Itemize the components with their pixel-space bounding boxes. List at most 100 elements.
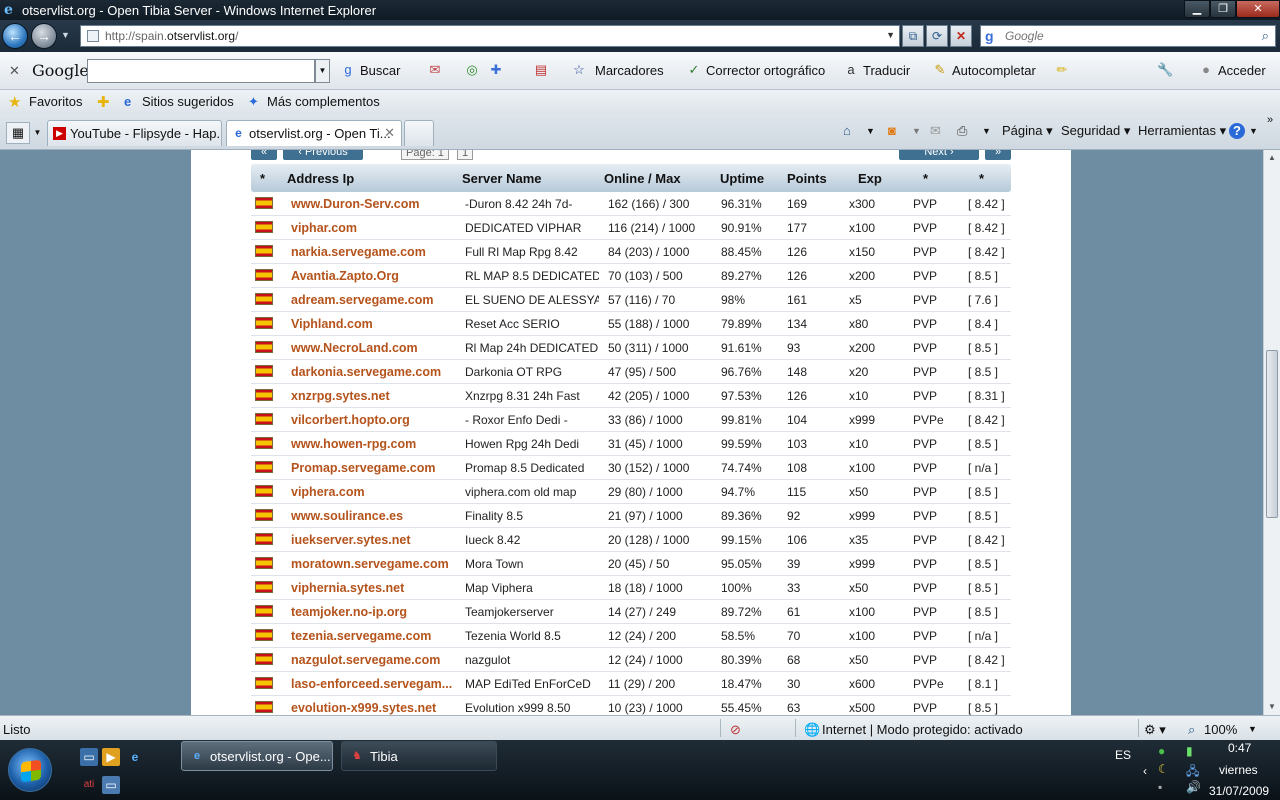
pagerank-icon[interactable]: ◎ [464,62,480,78]
ie-quicklaunch-icon[interactable]: e [126,748,144,766]
security-zone[interactable]: Internet | Modo protegido: activado [822,722,1023,737]
signin-button[interactable]: Acceder [1218,63,1266,78]
safety-menu[interactable]: Seguridad ▾ [1061,123,1130,139]
home-icon[interactable]: ⌂ [843,123,851,138]
server-address-link[interactable]: viphera.com [291,485,459,499]
header-online[interactable]: Online / Max [604,171,681,186]
next-button[interactable]: Next › [899,150,979,160]
server-address-link[interactable]: Promap.servegame.com [291,461,459,475]
popup-status-icon[interactable]: ⊘ [730,722,741,738]
server-address-link[interactable]: adream.servegame.com [291,293,459,307]
server-address-link[interactable]: www.Duron-Serv.com [291,197,459,211]
server-address-link[interactable]: tezenia.servegame.com [291,629,459,643]
help-icon[interactable]: ? [1229,123,1245,139]
tab-otservlist[interactable]: e otservlist.org - Open Ti... ✕ [226,120,402,146]
stop-button[interactable]: ✕ [950,25,972,47]
tab-list-dropdown-icon[interactable]: ▼ [31,122,44,144]
toolbar-overflow-icon[interactable]: » [1267,114,1273,126]
privacy-icon[interactable]: ⚙ ▾ [1144,722,1166,738]
home-dropdown-icon[interactable]: ▼ [866,126,875,136]
header-address[interactable]: Address Ip [287,171,354,186]
server-address-link[interactable]: www.soulirance.es [291,509,459,523]
highlight-icon[interactable]: ✏ [1054,62,1070,78]
help-dropdown-icon[interactable]: ▼ [1249,126,1258,136]
tools-menu[interactable]: Herramientas ▾ [1138,123,1226,139]
messenger-icon[interactable]: ● [1158,744,1165,758]
quick-tabs-icon[interactable]: ▦ [6,122,30,144]
server-address-link[interactable]: www.howen-rpg.com [291,437,459,451]
feeds-icon[interactable]: ◙ [888,123,896,138]
more-addons-button[interactable]: Más complementos [267,94,380,109]
moon-icon[interactable]: ☾ [1158,762,1169,776]
print-dropdown-icon[interactable]: ▼ [982,126,991,136]
search-box[interactable]: g ⌕ [980,25,1276,47]
server-address-link[interactable]: viphar.com [291,221,459,235]
search-input[interactable] [1005,28,1245,44]
previous-button[interactable]: ‹ Previous [283,150,363,160]
mail-icon[interactable]: ✉ [930,123,941,139]
server-address-link[interactable]: xnzrpg.sytes.net [291,389,459,403]
server-address-link[interactable]: Avantia.Zapto.Org [291,269,459,283]
server-address-link[interactable]: laso-enforceed.servegam... [291,677,459,691]
tab-youtube[interactable]: ▶ YouTube - Flipsyde - Hap... [47,120,222,146]
server-address-link[interactable]: teamjoker.no-ip.org [291,605,459,619]
add-favorite-icon[interactable]: ✚ [97,93,110,111]
favorites-button[interactable]: Favoritos [29,94,82,109]
spellcheck-button[interactable]: Corrector ortográfico [706,63,825,78]
media-player-icon[interactable]: ▶ [102,748,120,766]
show-desktop-icon[interactable]: ▭ [80,748,98,766]
maximize-button[interactable]: ❐ [1210,0,1236,18]
compatibility-view-button[interactable]: ⧉ [902,25,924,47]
plus-icon[interactable]: ✚ [488,62,504,78]
clock-date[interactable]: 31/07/2009 [1209,784,1269,798]
forward-button[interactable]: → [31,23,57,49]
page-menu[interactable]: Página ▾ [1002,123,1053,139]
google-search-field[interactable] [87,59,315,83]
server-address-link[interactable]: evolution-x999.sytes.net [291,701,459,715]
server-address-link[interactable]: vilcorbert.hopto.org [291,413,459,427]
suggested-sites-button[interactable]: Sitios sugeridos [142,94,234,109]
server-address-link[interactable]: moratown.servegame.com [291,557,459,571]
server-address-link[interactable]: iuekserver.sytes.net [291,533,459,547]
autocompletar-button[interactable]: Autocompletar [952,63,1036,78]
wrench-icon[interactable]: 🔧 [1157,62,1173,78]
volume-icon[interactable]: 🔊 [1186,780,1201,794]
minimize-button[interactable]: ▁ [1184,0,1210,18]
device-icon[interactable]: ▮ [1186,744,1193,758]
server-address-link[interactable]: narkia.servegame.com [291,245,459,259]
scroll-up-icon[interactable]: ▲ [1268,153,1276,162]
server-address-link[interactable]: www.NecroLand.com [291,341,459,355]
buscar-button[interactable]: Buscar [360,63,400,78]
header-uptime[interactable]: Uptime [720,171,764,186]
taskbar-ie-button[interactable]: e otservlist.org - Ope... [181,741,333,771]
close-tab-icon[interactable]: ✕ [384,125,395,141]
print-icon[interactable]: ⎙ [957,123,967,139]
language-indicator[interactable]: ES [1115,748,1131,762]
google-search-dropdown-icon[interactable]: ▼ [315,59,330,83]
usb-icon[interactable]: ▪ [1158,780,1162,794]
page-select[interactable]: 1 [457,150,474,160]
clock-time[interactable]: 0:47 [1228,741,1251,755]
history-dropdown-icon[interactable]: ▼ [61,30,70,40]
header-points[interactable]: Points [787,171,827,186]
traducir-button[interactable]: Traducir [863,63,910,78]
address-input[interactable]: http://spain.otservlist.org/ ▼ [80,25,900,47]
close-window-button[interactable]: ✕ [1236,0,1280,18]
search-icon[interactable]: ⌕ [1262,28,1269,44]
new-tab-button[interactable] [404,120,434,146]
computer-icon[interactable]: ▭ [102,776,120,794]
last-page-button[interactable]: » [985,150,1011,160]
taskbar-tibia-button[interactable]: ♞ Tibia [341,741,497,771]
server-address-link[interactable]: darkonia.servegame.com [291,365,459,379]
vertical-scrollbar[interactable]: ▲ ▼ [1263,150,1280,715]
popup-blocker-icon[interactable]: ✉ [427,62,443,78]
server-address-link[interactable]: Viphland.com [291,317,459,331]
header-server-name[interactable]: Server Name [462,171,542,186]
server-address-link[interactable]: nazgulot.servegame.com [291,653,459,667]
address-dropdown-icon[interactable]: ▼ [886,30,895,40]
start-button[interactable] [8,748,52,792]
zoom-level[interactable]: 100% [1204,722,1237,737]
refresh-button[interactable]: ⟳ [926,25,948,47]
sidewiki-icon[interactable]: ▤ [533,62,549,78]
clock-day[interactable]: viernes [1219,763,1258,777]
